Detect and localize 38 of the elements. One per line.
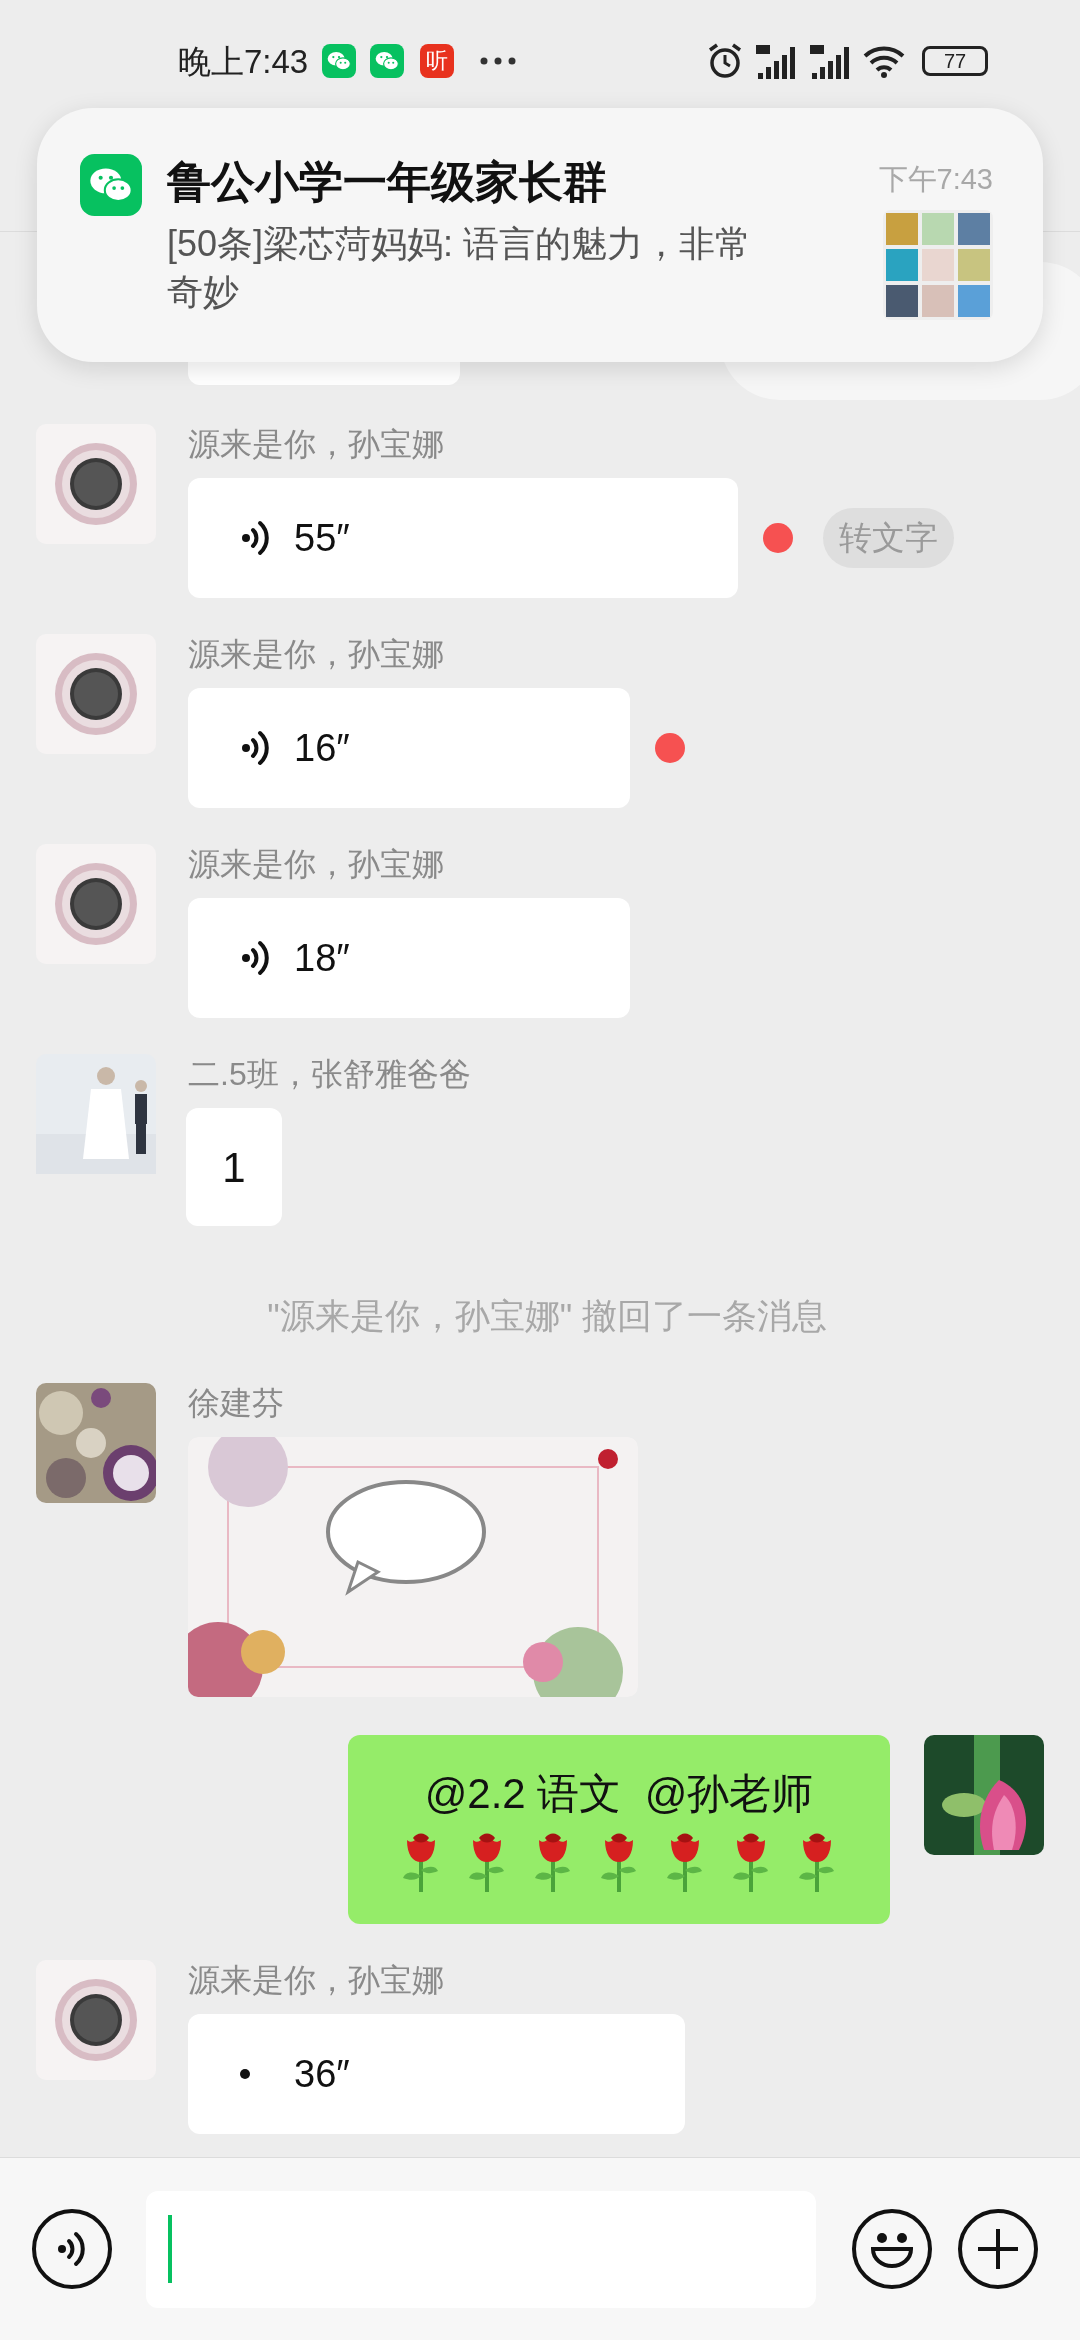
sender-name: 源来是你，孙宝娜 (188, 635, 444, 674)
more-icon (480, 56, 517, 66)
voice-message[interactable]: 18″ (188, 898, 630, 1018)
chat-app-icon (80, 154, 142, 216)
message-bubble: 1 (186, 1108, 282, 1226)
plus-icon (976, 2227, 1020, 2271)
signal-icon (754, 43, 798, 79)
app-badge-icon: 听 (420, 44, 455, 78)
notification-card[interactable]: 鲁公小学一年级家长群 下午7:43 [50条]梁芯菏妈妈: 语言的魅力，非常奇妙 (37, 108, 1043, 362)
voice-duration: 16″ (294, 725, 350, 771)
chat-app-icon (370, 44, 405, 78)
notification-time: 下午7:43 (878, 162, 993, 197)
sender-name: 源来是你，孙宝娜 (188, 1961, 444, 2000)
status-time: 晚上7:43 (178, 44, 309, 78)
sender-name: 徐建芬 (188, 1384, 284, 1423)
voice-duration: 36″ (294, 2051, 350, 2097)
alarm-icon (706, 42, 744, 80)
sender-name: 源来是你，孙宝娜 (188, 425, 444, 464)
voice-duration: 18″ (294, 935, 350, 981)
voice-icon (56, 2229, 88, 2269)
signal-icon (808, 43, 852, 79)
voice-duration: 55″ (294, 515, 350, 561)
chat-app-icon (322, 44, 357, 78)
voice-message[interactable]: 55″ (188, 478, 738, 598)
system-message: "源来是你，孙宝娜" 撤回了一条消息 (266, 1295, 827, 1337)
voice-message[interactable]: 36″ (188, 2014, 685, 2134)
message-text: @2.2 语文 @孙老师 (424, 1768, 814, 1819)
add-button[interactable] (958, 2209, 1038, 2289)
message-input[interactable] (146, 2190, 816, 2308)
voice-input-button[interactable] (32, 2209, 112, 2289)
wifi-icon (862, 44, 906, 78)
battery-icon: 77 (922, 46, 988, 76)
sender-name: 二.5班，张舒雅爸爸 (188, 1055, 471, 1094)
notification-text: [50条]梁芯菏妈妈: 语言的魅力，非常奇妙 (167, 222, 753, 314)
notification-title: 鲁公小学一年级家长群 (167, 156, 607, 208)
sender-name: 源来是你，孙宝娜 (188, 845, 444, 884)
emoji-button[interactable] (852, 2209, 932, 2289)
voice-message[interactable]: 16″ (188, 688, 630, 808)
